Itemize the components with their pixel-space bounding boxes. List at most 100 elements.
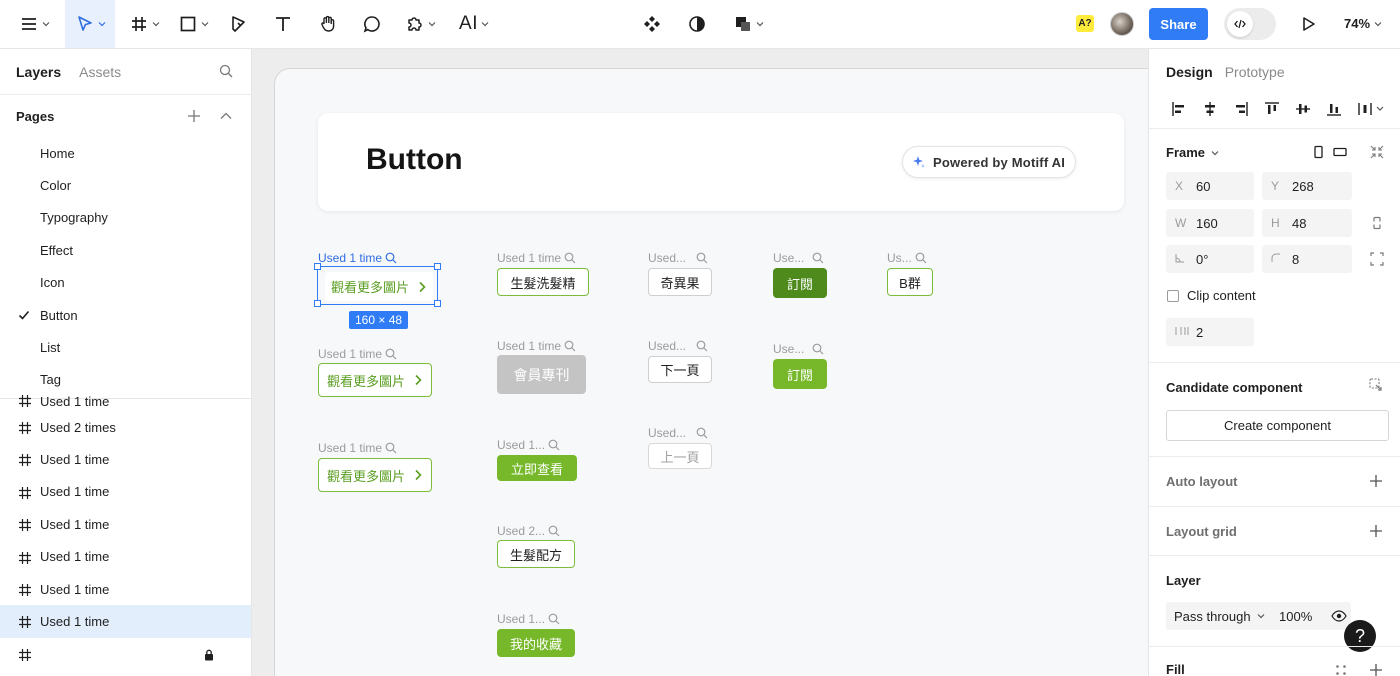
tab-design[interactable]: Design — [1166, 64, 1213, 80]
usage-label[interactable]: Used 1... — [497, 612, 560, 626]
page-item-color[interactable]: Color — [0, 169, 251, 201]
view-now-button[interactable]: 立即查看 — [497, 455, 577, 481]
frame-tool-button[interactable] — [124, 0, 164, 48]
usage-label[interactable]: Use... — [773, 251, 824, 265]
usage-label[interactable]: Used 1 time — [497, 339, 576, 353]
view-more-button[interactable]: 觀看更多圖片 — [318, 363, 432, 397]
blend-mode-dropdown[interactable]: Pass through 100% — [1166, 602, 1351, 630]
align-left-icon[interactable] — [1171, 101, 1187, 117]
member-journal-button[interactable]: 會員專刊 — [497, 355, 586, 394]
subscribe-button[interactable]: 訂閱 — [773, 359, 827, 389]
layer-row[interactable]: Used 1 time — [0, 476, 251, 508]
portrait-orientation-icon[interactable] — [1311, 145, 1325, 159]
layer-row[interactable]: Used 1 time — [0, 508, 251, 540]
resize-handle[interactable] — [434, 263, 441, 270]
resize-handle[interactable] — [434, 300, 441, 307]
add-auto-layout-plus-icon[interactable] — [1369, 474, 1383, 488]
prev-page-button[interactable]: 上一頁 — [648, 443, 712, 469]
usage-label[interactable]: Used... — [648, 426, 708, 440]
my-favorites-button[interactable]: 我的收藏 — [497, 629, 575, 657]
y-field[interactable]: Y 268 — [1262, 172, 1352, 200]
corner-radius-field[interactable]: 8 — [1262, 245, 1352, 273]
usage-label[interactable]: Used 1 time — [318, 347, 397, 361]
usage-label[interactable]: Us... — [887, 251, 927, 265]
usage-label[interactable]: Used 1... — [497, 438, 560, 452]
layer-row[interactable]: Used 1 time — [0, 573, 251, 605]
add-page-plus-icon[interactable] — [186, 108, 202, 124]
rotation-field[interactable]: 0° — [1166, 245, 1254, 273]
align-center-v-icon[interactable] — [1295, 101, 1311, 117]
hair-formula-button[interactable]: 生髮配方 — [497, 540, 575, 568]
boolean-tool-button[interactable] — [728, 0, 768, 48]
page-item-home[interactable]: Home — [0, 137, 251, 169]
text-tool-button[interactable] — [267, 0, 299, 48]
align-top-icon[interactable] — [1264, 101, 1280, 117]
subscribe-button[interactable]: 訂閱 — [773, 268, 827, 298]
pen-tool-button[interactable] — [222, 0, 254, 48]
width-field[interactable]: W 160 — [1166, 209, 1254, 237]
hand-tool-button[interactable] — [312, 0, 344, 48]
plugins-button[interactable] — [398, 0, 442, 48]
dev-mode-toggle[interactable] — [1224, 8, 1276, 40]
add-layout-grid-plus-icon[interactable] — [1369, 524, 1383, 538]
landscape-orientation-icon[interactable] — [1333, 145, 1347, 159]
page-item-list[interactable]: List — [0, 331, 251, 363]
main-menu-button[interactable] — [14, 0, 54, 48]
page-item-typography[interactable]: Typography — [0, 202, 251, 234]
x-field[interactable]: X 60 — [1166, 172, 1254, 200]
kiwi-button[interactable]: 奇異果 — [648, 268, 712, 296]
align-bottom-icon[interactable] — [1326, 101, 1342, 117]
layer-row[interactable]: Used 1 time — [0, 391, 251, 411]
resize-handle[interactable] — [314, 300, 321, 307]
height-field[interactable]: H 48 — [1262, 209, 1352, 237]
translate-badge[interactable]: A? — [1076, 15, 1094, 32]
layer-row[interactable]: Used 1 time — [0, 541, 251, 573]
spacing-field[interactable]: 2 — [1166, 318, 1254, 346]
present-button[interactable] — [1295, 0, 1321, 48]
user-avatar[interactable] — [1110, 12, 1134, 36]
next-page-button[interactable]: 下一頁 — [648, 356, 712, 383]
clip-content-checkbox[interactable] — [1167, 290, 1179, 302]
distribute-icon[interactable] — [1357, 101, 1385, 117]
usage-label[interactable]: Used 1 time — [318, 441, 397, 455]
help-button[interactable]: ? — [1344, 620, 1376, 652]
page-item-button[interactable]: Button — [0, 299, 251, 331]
shape-tool-button[interactable] — [173, 0, 213, 48]
layer-row[interactable]: Used 1 time — [0, 443, 251, 475]
collapse-chevron-up-icon[interactable] — [219, 109, 233, 123]
layer-row-selected[interactable]: Used 1 time — [0, 605, 251, 638]
tab-layers[interactable]: Layers — [16, 64, 61, 80]
page-item-effect[interactable]: Effect — [0, 234, 251, 266]
lock-icon[interactable] — [204, 649, 214, 661]
usage-label[interactable]: Use... — [773, 342, 824, 356]
frame-section-title[interactable]: Frame — [1166, 145, 1219, 160]
layer-row[interactable]: Used 2 times — [0, 411, 251, 443]
component-detect-icon[interactable] — [1369, 378, 1383, 392]
usage-label[interactable]: Used 2... — [497, 524, 560, 538]
search-icon[interactable] — [219, 64, 233, 78]
usage-label[interactable]: Used... — [648, 251, 708, 265]
add-fill-plus-icon[interactable] — [1369, 663, 1383, 676]
create-component-button[interactable]: Create component — [1166, 410, 1389, 441]
vitamin-b-button[interactable]: B群 — [887, 268, 933, 296]
style-grid-icon[interactable] — [1334, 663, 1348, 676]
eye-icon[interactable] — [1331, 609, 1347, 623]
align-center-h-icon[interactable] — [1202, 101, 1218, 117]
design-canvas[interactable]: Button Powered by Motiff AI Used 1 time … — [252, 49, 1148, 676]
layer-row-locked[interactable] — [0, 638, 251, 670]
usage-label[interactable]: Used... — [648, 339, 708, 353]
align-right-icon[interactable] — [1233, 101, 1249, 117]
tab-prototype[interactable]: Prototype — [1225, 64, 1285, 80]
motiff-ai-badge[interactable]: Powered by Motiff AI — [902, 146, 1077, 178]
comment-tool-button[interactable] — [356, 0, 388, 48]
resize-handle[interactable] — [314, 263, 321, 270]
page-item-icon[interactable]: Icon — [0, 267, 251, 299]
fit-content-icon[interactable] — [1370, 145, 1384, 159]
shampoo-button[interactable]: 生髮洗髮精 — [497, 268, 589, 296]
ai-tool-button[interactable]: AI — [454, 0, 494, 48]
independent-corners-icon[interactable] — [1370, 252, 1384, 266]
opacity-value[interactable]: 100% — [1279, 609, 1312, 624]
move-tool-button[interactable] — [65, 0, 115, 48]
tab-assets[interactable]: Assets — [79, 64, 121, 80]
view-more-button[interactable]: 觀看更多圖片 — [318, 458, 432, 492]
